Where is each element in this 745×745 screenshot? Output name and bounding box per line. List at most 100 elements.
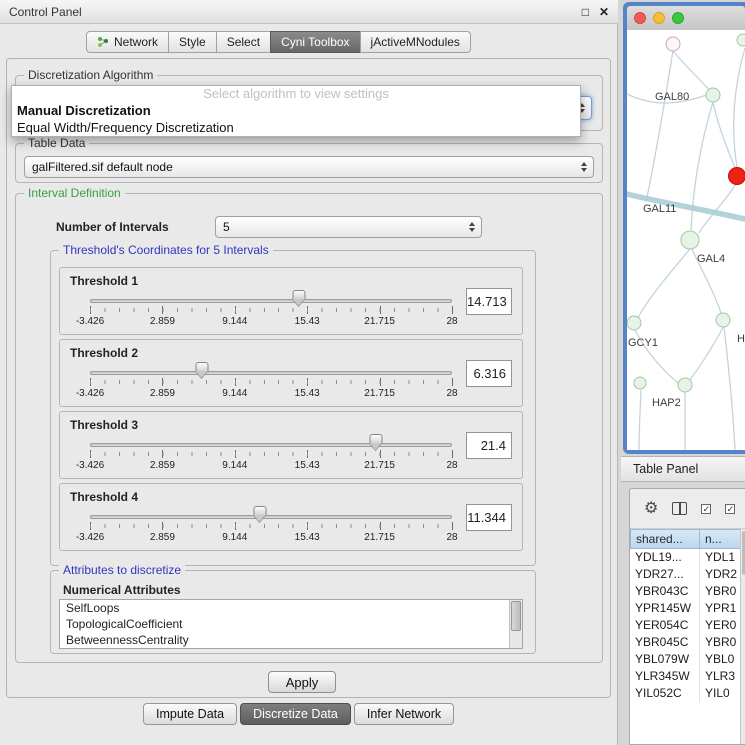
close-icon[interactable]: ✕ (599, 6, 609, 18)
tab-jactivemnodules-label: jActiveMNodules (371, 35, 460, 49)
network-view-window: GAL80 GAL11 GAL4 GCY1 HAP2 H (623, 2, 745, 454)
float-window-icon[interactable]: □ (582, 6, 589, 18)
checkbox-icon[interactable]: ✓ (725, 504, 735, 514)
popup-item-manual-discretization[interactable]: Manual Discretization (12, 102, 580, 119)
cell-shared-name: YBL079W (630, 651, 700, 668)
table-data-group-title: Table Data (24, 136, 89, 150)
tab-discretize-data[interactable]: Discretize Data (240, 703, 351, 725)
apply-button[interactable]: Apply (268, 671, 336, 693)
popup-prompt: Select algorithm to view settings (12, 86, 580, 102)
node-label: H (737, 333, 745, 345)
slider-thumb[interactable] (196, 362, 209, 371)
table-row[interactable]: YBR043C YBR0 (630, 583, 745, 600)
table-panel-header: Table Panel (621, 456, 745, 482)
mac-zoom-button[interactable] (672, 12, 684, 24)
slider-track[interactable] (90, 443, 452, 447)
control-panel-titlebar: Control Panel □ ✕ (0, 0, 618, 24)
cell-name: YLR3 (700, 668, 745, 685)
threshold-3-value-field[interactable]: 21.4 (466, 432, 512, 459)
table-row[interactable]: YBR045C YBR0 (630, 634, 745, 651)
column-header-shared-name[interactable]: shared... (630, 529, 700, 549)
cell-shared-name: YBR045C (630, 634, 700, 651)
table-panel-title: Table Panel (633, 462, 698, 476)
network-node[interactable] (716, 313, 730, 327)
tab-impute-data[interactable]: Impute Data (143, 703, 237, 725)
popup-item-equal-width[interactable]: Equal Width/Frequency Discretization (12, 119, 580, 136)
interval-definition-title: Interval Definition (24, 186, 125, 200)
bottom-tab-bar: Impute Data Discretize Data Infer Networ… (143, 703, 454, 725)
cell-shared-name: YER054C (630, 617, 700, 634)
network-node[interactable] (681, 231, 699, 249)
cell-shared-name: YLR345W (630, 668, 700, 685)
column-header-name[interactable]: n... (699, 529, 745, 549)
threshold-coordinates-title: Threshold's Coordinates for 5 Intervals (59, 243, 273, 257)
table-row[interactable]: YIL052C YIL0 (630, 685, 745, 702)
selected-red-node[interactable] (729, 168, 745, 185)
slider-scale-labels: -3.426 2.859 9.144 15.43 21.715 28 (90, 532, 452, 544)
slider-thumb[interactable] (292, 290, 305, 299)
columns-icon[interactable] (672, 502, 687, 515)
slider-track[interactable] (90, 515, 452, 519)
table-row[interactable]: YPR145W YPR1 (630, 600, 745, 617)
list-scrollbar-thumb[interactable] (511, 601, 521, 631)
gear-icon[interactable]: ⚙ (644, 501, 658, 517)
slider-track[interactable] (90, 371, 452, 375)
threshold-1-value-field[interactable]: 14.713 (466, 288, 512, 315)
tab-jactivemnodules[interactable]: jActiveMNodules (360, 31, 471, 53)
table-scrollbar[interactable] (740, 529, 745, 744)
table-row[interactable]: YER054C YER0 (630, 617, 745, 634)
cell-name: YPR1 (700, 600, 745, 617)
tab-select[interactable]: Select (216, 31, 271, 53)
threshold-3-panel: Threshold 3 -3.426 2.859 9.144 15.43 (59, 411, 523, 479)
table-row[interactable]: YBL079W YBL0 (630, 651, 745, 668)
algorithm-dropdown-popup: Select algorithm to view settings Manual… (11, 85, 581, 137)
control-panel-window: Control Panel □ ✕ Network Style (0, 0, 618, 745)
list-item[interactable]: TopologicalCoefficient (60, 616, 522, 632)
slider-track[interactable] (90, 299, 452, 303)
table-row[interactable]: YDL19... YDL1 (630, 549, 745, 566)
list-item[interactable]: BetweennessCentrality (60, 632, 522, 648)
attributes-listbox: SelfLoops TopologicalCoefficient Between… (59, 599, 523, 649)
app-root: Control Panel □ ✕ Network Style (0, 0, 745, 745)
network-node[interactable] (634, 377, 646, 389)
mac-minimize-button[interactable] (653, 12, 665, 24)
number-of-intervals-combobox[interactable]: 5 (215, 216, 482, 238)
list-scrollbar[interactable] (509, 600, 522, 648)
network-node[interactable] (706, 88, 720, 102)
node-label: GAL4 (697, 253, 725, 265)
threshold-1-slider: -3.426 2.859 9.144 15.43 21.715 28 (90, 268, 452, 336)
tab-style-label: Style (179, 35, 206, 49)
tab-network[interactable]: Network (86, 31, 169, 53)
tab-cyni-toolbox[interactable]: Cyni Toolbox (270, 31, 360, 53)
slider-thumb[interactable] (369, 434, 382, 443)
network-node[interactable] (678, 378, 692, 392)
table-data-combobox[interactable]: galFiltered.sif default node (24, 156, 594, 178)
table-row[interactable]: YDR27... YDR2 (630, 566, 745, 583)
cell-shared-name: YIL052C (630, 685, 700, 702)
table-data-group: Table Data galFiltered.sif default node (15, 143, 603, 183)
slider-scale-labels: -3.426 2.859 9.144 15.43 21.715 28 (90, 316, 452, 328)
attributes-group: Attributes to discretize Numerical Attri… (50, 570, 536, 654)
list-item[interactable]: SelfLoops (60, 600, 522, 616)
slider-thumb[interactable] (254, 506, 267, 515)
tab-infer-network[interactable]: Infer Network (354, 703, 454, 725)
threshold-2-value-field[interactable]: 6.316 (466, 360, 512, 387)
network-node[interactable] (627, 316, 641, 330)
node-label: GCY1 (628, 337, 658, 349)
slider-scale-labels: -3.426 2.859 9.144 15.43 21.715 28 (90, 460, 452, 472)
cyni-toolbox-panel: Discretization Algorithm Select algorith… (6, 58, 611, 698)
mac-close-button[interactable] (634, 12, 646, 24)
cell-name: YBL0 (700, 651, 745, 668)
checkbox-icon[interactable]: ✓ (701, 504, 711, 514)
threshold-2-panel: Threshold 2 -3.426 2.859 9.144 15.43 (59, 339, 523, 407)
table-row[interactable]: YLR345W YLR3 (630, 668, 745, 685)
slider-ticks (90, 452, 452, 456)
network-canvas[interactable]: GAL80 GAL11 GAL4 GCY1 HAP2 H (627, 30, 745, 450)
network-tab-icon (97, 36, 109, 48)
network-node[interactable] (666, 37, 680, 51)
slider-ticks (90, 380, 452, 384)
table-data-selected-value: galFiltered.sif default node (32, 160, 173, 174)
tab-style[interactable]: Style (168, 31, 217, 53)
threshold-4-value-field[interactable]: 11.344 (466, 504, 512, 531)
network-node[interactable] (737, 34, 745, 46)
